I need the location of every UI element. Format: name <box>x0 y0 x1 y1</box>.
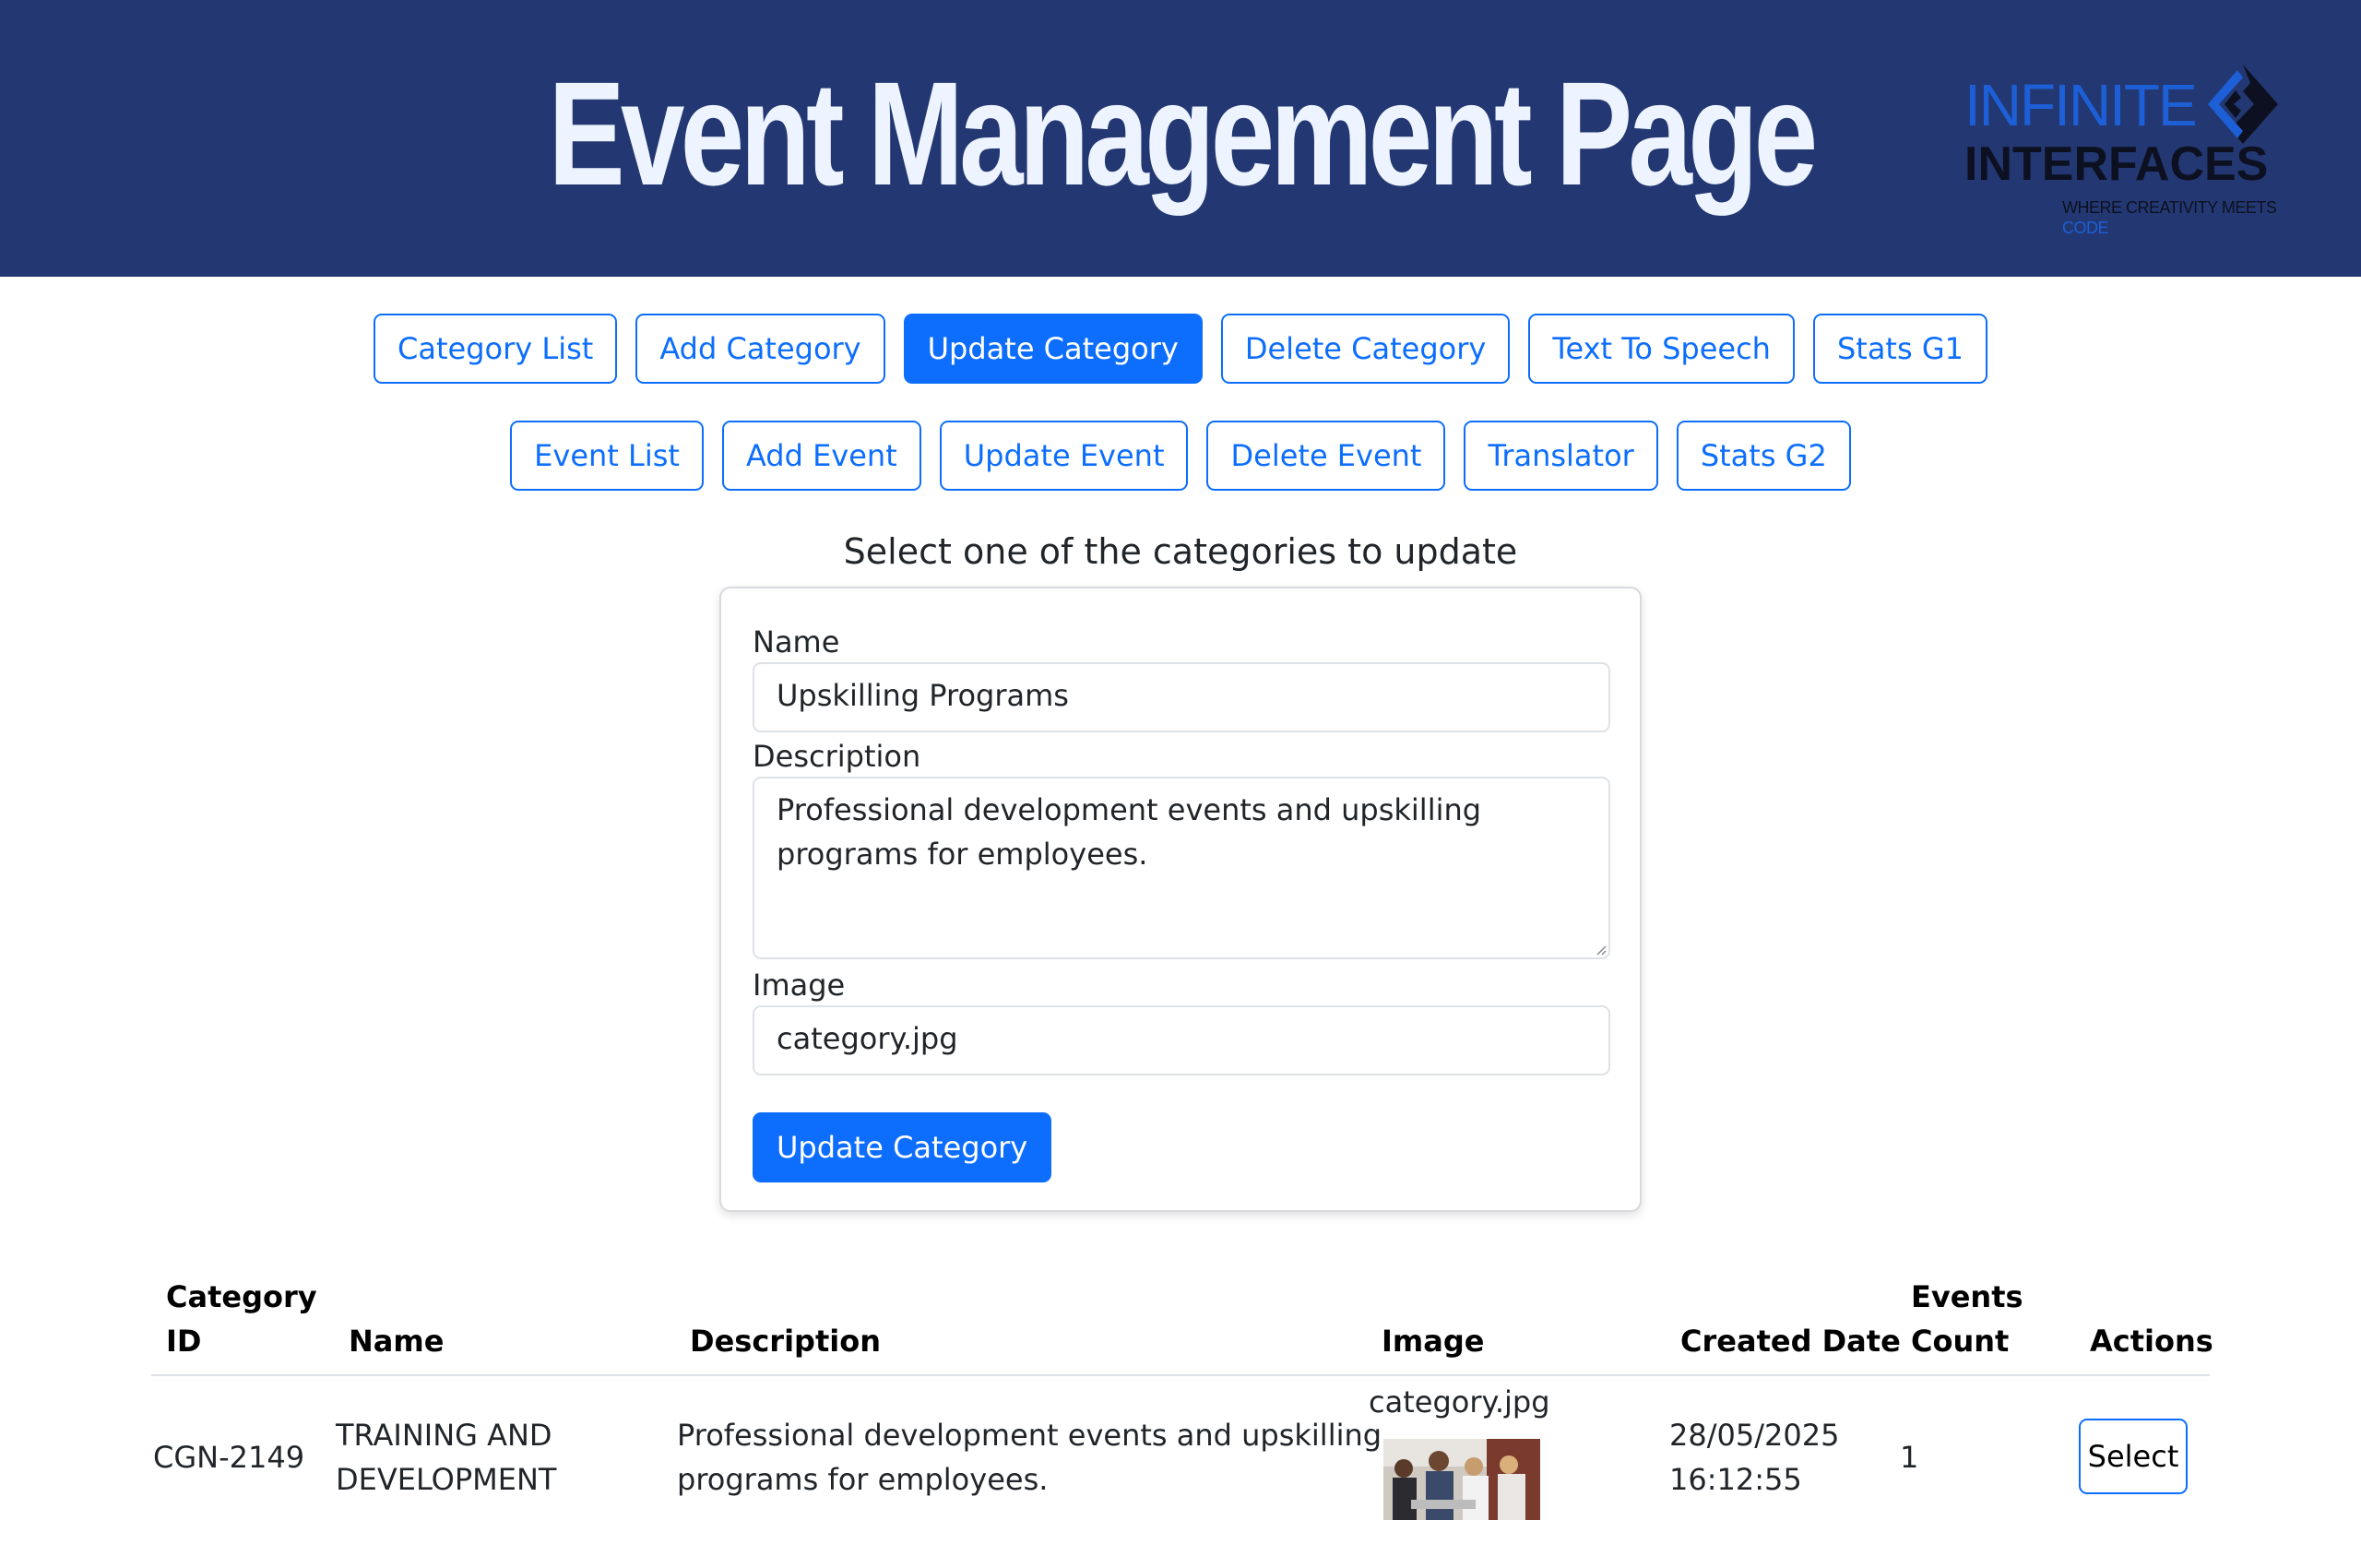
name-input[interactable]: Upskilling Programs <box>753 662 1610 732</box>
cell-name: TRAINING AND DEVELOPMENT <box>336 1418 557 1497</box>
translator-button[interactable]: Translator <box>1464 421 1658 491</box>
page-title: Event Management Page <box>548 51 1818 216</box>
header-description: Description <box>690 1324 881 1359</box>
nav-row-events: Event List Add Event Update Event Delete… <box>0 421 2361 491</box>
company-logo: INFINITE INTERFACES WHERE CREATIVITY MEE… <box>1964 63 2306 237</box>
cell-description: Professional development events and upsk… <box>677 1418 1382 1497</box>
description-text: Professional development events and upsk… <box>777 792 1482 872</box>
header-created-date: Created Date <box>1680 1324 1901 1359</box>
text-to-speech-button[interactable]: Text To Speech <box>1528 314 1795 384</box>
header-actions: Actions <box>2090 1324 2213 1359</box>
add-category-button[interactable]: Add Category <box>635 314 885 384</box>
cell-category-id: CGN-2149 <box>153 1440 305 1475</box>
stats-g2-button[interactable]: Stats G2 <box>1676 421 1851 491</box>
header-events-count: Events Count <box>1911 1279 2023 1359</box>
update-category-submit-button[interactable]: Update Category <box>753 1112 1052 1182</box>
select-row-button[interactable]: Select <box>2079 1419 2188 1494</box>
name-label: Name <box>753 624 840 659</box>
cell-created-date: 28/05/2025 16:12:55 <box>1669 1418 1840 1497</box>
logo-line2: INTERFACES <box>1964 137 2269 191</box>
category-thumbnail-image <box>1383 1439 1540 1520</box>
update-category-form: Name Upskilling Programs Description Pro… <box>719 587 1642 1212</box>
resize-grip-icon[interactable] <box>1594 943 1607 956</box>
header-image: Image <box>1382 1324 1485 1359</box>
form-heading: Select one of the categories to update <box>843 531 1518 572</box>
cell-events-count: 1 <box>1900 1440 1919 1475</box>
stats-g1-button[interactable]: Stats G1 <box>1812 314 1987 384</box>
image-input[interactable]: category.jpg <box>753 1005 1610 1075</box>
logo-line1: INFINITE <box>1964 72 2198 138</box>
header-category-id: Category ID <box>166 1279 317 1359</box>
logo-mark-icon <box>2208 65 2278 144</box>
page-header: Event Management Page INFINITE INTERFACE… <box>0 0 2361 277</box>
table-header-divider <box>151 1374 2210 1376</box>
header-name: Name <box>349 1324 445 1359</box>
update-category-nav-button[interactable]: Update Category <box>903 314 1203 384</box>
add-event-button[interactable]: Add Event <box>721 421 921 491</box>
description-label: Description <box>753 739 921 774</box>
nav-row-categories: Category List Add Category Update Catego… <box>0 314 2361 384</box>
category-list-button[interactable]: Category List <box>374 314 618 384</box>
event-list-button[interactable]: Event List <box>510 421 704 491</box>
image-label: Image <box>753 968 846 1003</box>
logo-tagline: WHERE CREATIVITY MEETS CODE <box>2062 198 2277 237</box>
description-textarea[interactable]: Professional development events and upsk… <box>753 777 1610 959</box>
delete-category-button[interactable]: Delete Category <box>1220 314 1511 384</box>
cell-image-filename: category.jpg <box>1369 1384 1550 1420</box>
update-event-button[interactable]: Update Event <box>939 421 1189 491</box>
delete-event-button[interactable]: Delete Event <box>1206 421 1446 491</box>
